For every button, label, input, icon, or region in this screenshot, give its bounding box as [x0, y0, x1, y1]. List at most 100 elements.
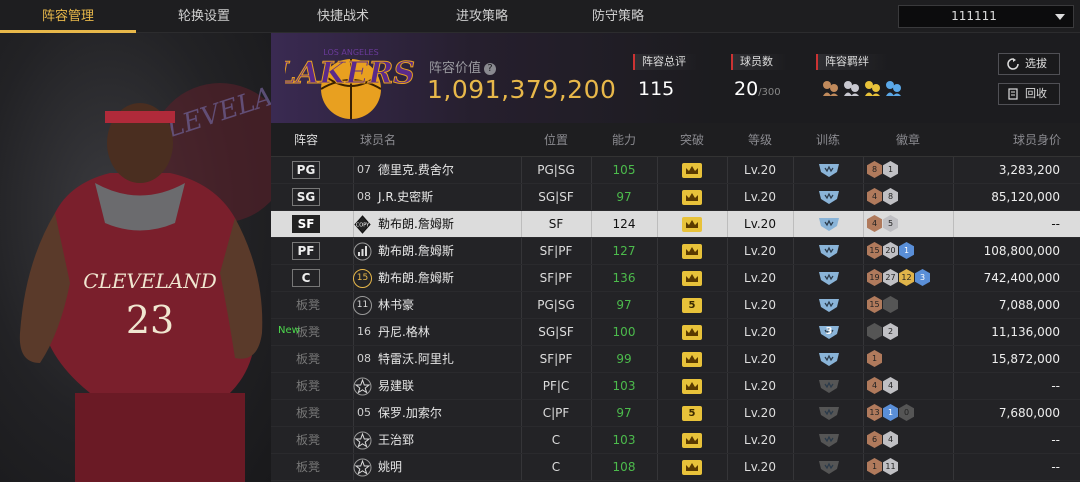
- crown-icon[interactable]: [682, 352, 702, 367]
- table-row[interactable]: 板凳 易建联 PF|C 103 Lv.20 4 4 --: [271, 373, 1080, 400]
- table-row[interactable]: 板凳 16 丹尼.格林 SG|SF 100 Lv.20 3 2 11,136,000: [271, 319, 1080, 346]
- chemistry-icon-gold[interactable]: [863, 79, 881, 97]
- tab-quick-tactics[interactable]: 快捷战术: [272, 0, 414, 33]
- training-shield-icon[interactable]: [817, 351, 841, 367]
- table-row[interactable]: PG 07 德里克.费舍尔 PG|SG 105 Lv.20 8 1 3,283,200: [271, 157, 1080, 184]
- slot-tag[interactable]: SG: [292, 188, 320, 206]
- col-value[interactable]: 球员身价: [971, 123, 1071, 157]
- badge-list[interactable]: 15: [867, 296, 898, 314]
- col-ability[interactable]: 能力: [591, 123, 657, 157]
- table-row[interactable]: 板凳 08 特雷沃.阿里扎 SF|PF 99 Lv.20 1 15,872,000: [271, 346, 1080, 373]
- column-divider: [863, 346, 864, 372]
- table-row[interactable]: PF 勒布朗.詹姆斯 SF|PF 127 Lv.20 15 20 1 108,800,000: [271, 238, 1080, 265]
- player-name[interactable]: 特雷沃.阿里扎: [378, 346, 454, 372]
- badge-list[interactable]: 2: [867, 323, 898, 341]
- slot-tag[interactable]: PG: [292, 161, 320, 179]
- player-ability: 105: [612, 163, 636, 177]
- badge-list[interactable]: 19 27 12 3: [867, 269, 930, 287]
- breakthrough-level[interactable]: 5: [682, 406, 702, 421]
- training-shield-icon[interactable]: [817, 243, 841, 259]
- training-shield-icon[interactable]: [817, 459, 841, 475]
- crown-icon[interactable]: [682, 163, 702, 178]
- crown-icon[interactable]: [682, 271, 702, 286]
- player-illustration: CLEVELAND CAVALIERS CLEVELAND 23: [19, 33, 271, 482]
- col-training[interactable]: 训练: [793, 123, 863, 157]
- player-name[interactable]: 易建联: [378, 373, 414, 399]
- star-icon: [353, 458, 372, 477]
- slot-bench[interactable]: 板凳: [291, 346, 325, 372]
- crown-icon[interactable]: [682, 460, 702, 475]
- col-position[interactable]: 位置: [521, 123, 591, 157]
- table-row[interactable]: C 15 勒布朗.詹姆斯 SF|PF 136 Lv.20 19 27 12 3 742,400,00…: [271, 265, 1080, 292]
- slot-tag[interactable]: PF: [292, 242, 320, 260]
- slot-bench[interactable]: 板凳: [291, 400, 325, 426]
- badge-list[interactable]: 44: [867, 377, 898, 395]
- table-row[interactable]: 板凳 姚明 C 108 Lv.20 1 11 --: [271, 454, 1080, 481]
- training-shield-icon[interactable]: [817, 216, 841, 232]
- table-row[interactable]: 板凳 王治郅 C 103 Lv.20 6 4 --: [271, 427, 1080, 454]
- slot-bench[interactable]: 板凳: [291, 454, 325, 480]
- training-shield-icon[interactable]: [817, 297, 841, 313]
- badge-list[interactable]: 15 20 1: [867, 242, 914, 260]
- badge-list[interactable]: 45: [867, 215, 898, 233]
- player-ability: 124: [612, 217, 636, 231]
- slot-bench[interactable]: 板凳: [291, 373, 325, 399]
- tab-lineup[interactable]: 阵容管理: [0, 0, 136, 33]
- player-name[interactable]: 姚明: [378, 454, 402, 480]
- training-shield-icon[interactable]: [817, 189, 841, 205]
- crown-icon[interactable]: [682, 217, 702, 232]
- training-shield-icon[interactable]: [817, 270, 841, 286]
- chemistry-icon-silver[interactable]: [842, 79, 860, 97]
- badge-list[interactable]: 64: [867, 431, 898, 449]
- badge-list[interactable]: 13 1 0: [867, 404, 914, 422]
- slot-bench[interactable]: 板凳: [291, 427, 325, 453]
- player-name[interactable]: 王治郅: [378, 427, 414, 453]
- training-shield-icon[interactable]: [817, 405, 841, 421]
- player-name[interactable]: 勒布朗.詹姆斯: [378, 265, 454, 291]
- table-row[interactable]: 板凳 11 林书豪 PG|SG 97 5 Lv.20 15 7,088,000: [271, 292, 1080, 319]
- recycle-button[interactable]: 回收: [998, 83, 1060, 105]
- help-icon[interactable]: ?: [484, 63, 497, 75]
- crown-icon[interactable]: [682, 325, 702, 340]
- training-shield-icon[interactable]: [817, 378, 841, 394]
- badge-list[interactable]: 1: [867, 350, 882, 368]
- crown-icon[interactable]: [682, 433, 702, 448]
- scout-button[interactable]: 选拔: [998, 53, 1060, 75]
- player-name[interactable]: 保罗.加索尔: [378, 400, 442, 426]
- slot-tag[interactable]: SF: [292, 215, 320, 233]
- tab-offense[interactable]: 进攻策略: [414, 0, 550, 33]
- col-level[interactable]: 等级: [727, 123, 793, 157]
- slot-tag[interactable]: C: [292, 269, 320, 287]
- badge-icon: 4: [867, 215, 882, 232]
- badge-icon: 15: [867, 296, 882, 313]
- chemistry-icon-bronze[interactable]: [821, 79, 839, 97]
- chemistry-icon-blue[interactable]: [884, 79, 902, 97]
- column-divider: [953, 238, 954, 264]
- breakthrough-level[interactable]: 5: [682, 298, 702, 313]
- training-shield-icon[interactable]: [817, 432, 841, 448]
- slot-bench[interactable]: 板凳: [291, 292, 325, 318]
- crown-icon[interactable]: [682, 190, 702, 205]
- crown-icon[interactable]: [682, 379, 702, 394]
- player-name[interactable]: J.R.史密斯: [378, 184, 433, 210]
- training-shield-icon[interactable]: [817, 162, 841, 178]
- badge-list[interactable]: 48: [867, 188, 898, 206]
- table-row[interactable]: 板凳 05 保罗.加索尔 C|PF 97 5 Lv.20 13 1 0 7,680,000: [271, 400, 1080, 427]
- jersey-number: 23: [126, 298, 174, 342]
- player-name[interactable]: 丹尼.格林: [378, 319, 430, 345]
- tab-defense[interactable]: 防守策略: [550, 0, 686, 33]
- col-badges[interactable]: 徽章: [863, 123, 953, 157]
- player-name[interactable]: 德里克.费舍尔: [378, 157, 454, 183]
- badge-list[interactable]: 81: [867, 161, 898, 179]
- badge-list[interactable]: 1 11: [867, 458, 898, 476]
- player-name[interactable]: 勒布朗.詹姆斯: [378, 238, 454, 264]
- tab-rotation[interactable]: 轮换设置: [136, 0, 272, 33]
- crown-icon[interactable]: [682, 244, 702, 259]
- player-name[interactable]: 勒布朗.詹姆斯: [378, 211, 454, 237]
- table-row[interactable]: SF COPY 勒布朗.詹姆斯 SF 124 Lv.20 4 5 --: [271, 211, 1080, 238]
- col-breakthrough[interactable]: 突破: [657, 123, 727, 157]
- table-row[interactable]: SG 08 J.R.史密斯 SG|SF 97 Lv.20 4 8 85,120,000: [271, 184, 1080, 211]
- team-dropdown[interactable]: 111111: [898, 5, 1074, 28]
- jersey-badge: 15: [353, 269, 372, 288]
- player-name[interactable]: 林书豪: [378, 292, 414, 318]
